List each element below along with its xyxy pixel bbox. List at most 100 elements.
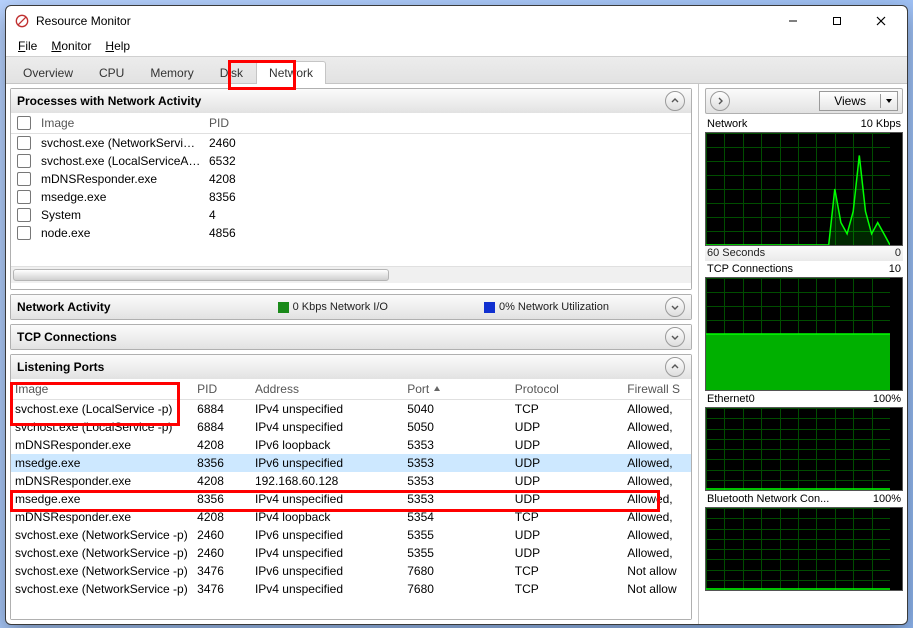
table-row[interactable]: msedge.exe8356IPv6 unspecified5353UDPAll… bbox=[11, 454, 691, 472]
cell-pid: 4 bbox=[205, 206, 263, 224]
cell-pid: 3476 bbox=[193, 562, 251, 580]
cell-pid: 8356 bbox=[205, 188, 263, 206]
checkbox-icon[interactable] bbox=[17, 136, 31, 150]
tab-network[interactable]: Network bbox=[256, 61, 326, 84]
table-row[interactable]: svchost.exe (NetworkService -p)3476IPv6 … bbox=[11, 562, 691, 580]
ports-col-image[interactable]: Image bbox=[11, 380, 193, 398]
row-checkbox[interactable] bbox=[11, 206, 37, 224]
cell-port: 5040 bbox=[403, 400, 511, 418]
cell-image: mDNSResponder.exe bbox=[11, 472, 193, 490]
cell-pid: 8356 bbox=[193, 490, 251, 508]
processes-col-image[interactable]: Image bbox=[37, 114, 205, 132]
collapse-button[interactable] bbox=[665, 357, 685, 377]
table-row[interactable]: msedge.exe8356IPv4 unspecified5353UDPAll… bbox=[11, 490, 691, 508]
table-row[interactable]: mDNSResponder.exe4208IPv6 loopback5353UD… bbox=[11, 436, 691, 454]
ports-col-firewall[interactable]: Firewall S bbox=[623, 380, 691, 398]
cell-address: IPv6 unspecified bbox=[251, 454, 403, 472]
cell-image: svchost.exe (LocalService -p) bbox=[11, 400, 193, 418]
side-expand-button[interactable] bbox=[710, 91, 730, 111]
chart-title-row: Ethernet0100% bbox=[705, 391, 903, 407]
table-row[interactable]: msedge.exe8356 bbox=[11, 188, 691, 206]
table-row[interactable]: svchost.exe (LocalService -p)6884IPv4 un… bbox=[11, 400, 691, 418]
table-row[interactable]: svchost.exe (NetworkService -p)3476IPv4 … bbox=[11, 580, 691, 598]
checkbox-icon[interactable] bbox=[17, 172, 31, 186]
chart-block: Network10 Kbps60 Seconds0 bbox=[705, 116, 903, 261]
chart-scale: 10 bbox=[889, 263, 901, 275]
row-checkbox[interactable] bbox=[11, 224, 37, 242]
chart-canvas bbox=[705, 277, 903, 391]
table-row[interactable]: node.exe4856 bbox=[11, 224, 691, 242]
chart-canvas bbox=[705, 132, 903, 246]
ports-col-pid[interactable]: PID bbox=[193, 380, 251, 398]
checkbox-icon[interactable] bbox=[17, 116, 31, 130]
cell-protocol: UDP bbox=[511, 526, 624, 544]
row-checkbox[interactable] bbox=[11, 134, 37, 152]
cell-image: mDNSResponder.exe bbox=[11, 508, 193, 526]
panel-processes-title: Processes with Network Activity bbox=[17, 94, 201, 108]
ports-col-protocol[interactable]: Protocol bbox=[511, 380, 624, 398]
horizontal-scrollbar[interactable] bbox=[11, 266, 691, 283]
ports-col-address[interactable]: Address bbox=[251, 380, 403, 398]
minimize-button[interactable] bbox=[771, 7, 815, 35]
checkbox-icon[interactable] bbox=[17, 226, 31, 240]
views-button[interactable]: Views bbox=[819, 91, 898, 111]
cell-port: 5354 bbox=[403, 508, 511, 526]
cell-firewall: Not allow bbox=[623, 580, 691, 598]
cell-firewall: Not allow bbox=[623, 562, 691, 580]
cell-firewall: Allowed, bbox=[623, 400, 691, 418]
cell-image: svchost.exe (NetworkService... bbox=[37, 134, 205, 152]
cell-image: mDNSResponder.exe bbox=[37, 170, 205, 188]
tab-memory[interactable]: Memory bbox=[137, 61, 206, 84]
menu-monitor[interactable]: Monitor bbox=[45, 37, 97, 55]
processes-col-check[interactable] bbox=[11, 114, 37, 132]
expand-button[interactable] bbox=[665, 297, 685, 317]
cell-port: 7680 bbox=[403, 562, 511, 580]
collapse-button[interactable] bbox=[665, 91, 685, 111]
cell-pid: 4856 bbox=[205, 224, 263, 242]
panel-listening-ports-header[interactable]: Listening Ports bbox=[11, 355, 691, 379]
checkbox-icon[interactable] bbox=[17, 190, 31, 204]
processes-col-pid[interactable]: PID bbox=[205, 114, 263, 132]
tab-disk[interactable]: Disk bbox=[207, 61, 256, 84]
cell-pid: 4208 bbox=[193, 472, 251, 490]
checkbox-icon[interactable] bbox=[17, 154, 31, 168]
panel-processes-header[interactable]: Processes with Network Activity bbox=[11, 89, 691, 113]
chart-block: Ethernet0100% bbox=[705, 391, 903, 491]
scrollbar-thumb[interactable] bbox=[13, 269, 389, 281]
side-charts: Views Network10 Kbps60 Seconds0TCP Conne… bbox=[698, 84, 907, 624]
chart-title-row: Bluetooth Network Con...100% bbox=[705, 491, 903, 507]
table-row[interactable]: svchost.exe (NetworkService...2460 bbox=[11, 134, 691, 152]
cell-address: IPv6 unspecified bbox=[251, 562, 403, 580]
maximize-button[interactable] bbox=[815, 7, 859, 35]
cell-protocol: UDP bbox=[511, 544, 624, 562]
panel-tcp-connections: TCP Connections bbox=[10, 324, 692, 350]
table-row[interactable]: svchost.exe (NetworkService -p)2460IPv4 … bbox=[11, 544, 691, 562]
checkbox-icon[interactable] bbox=[17, 208, 31, 222]
tab-cpu[interactable]: CPU bbox=[86, 61, 137, 84]
menu-file[interactable]: File bbox=[12, 37, 43, 55]
table-row[interactable]: svchost.exe (NetworkService -p)2460IPv6 … bbox=[11, 526, 691, 544]
panel-tcp-connections-header[interactable]: TCP Connections bbox=[11, 325, 691, 349]
table-row[interactable]: svchost.exe (LocalService -p)6884IPv4 un… bbox=[11, 418, 691, 436]
titlebar[interactable]: Resource Monitor bbox=[6, 6, 907, 36]
window-title: Resource Monitor bbox=[36, 14, 771, 28]
views-label: Views bbox=[820, 94, 881, 108]
menu-help[interactable]: Help bbox=[99, 37, 136, 55]
table-row[interactable]: System4 bbox=[11, 206, 691, 224]
cell-protocol: UDP bbox=[511, 436, 624, 454]
expand-button[interactable] bbox=[665, 327, 685, 347]
close-button[interactable] bbox=[859, 7, 903, 35]
table-row[interactable]: svchost.exe (LocalServiceAn...6532 bbox=[11, 152, 691, 170]
table-row[interactable]: mDNSResponder.exe4208IPv4 loopback5354TC… bbox=[11, 508, 691, 526]
ports-col-port[interactable]: Port bbox=[403, 380, 511, 398]
table-row[interactable]: mDNSResponder.exe4208192.168.60.1285353U… bbox=[11, 472, 691, 490]
cell-pid: 6884 bbox=[193, 400, 251, 418]
cell-pid: 2460 bbox=[193, 544, 251, 562]
row-checkbox[interactable] bbox=[11, 152, 37, 170]
row-checkbox[interactable] bbox=[11, 188, 37, 206]
table-row[interactable]: mDNSResponder.exe4208 bbox=[11, 170, 691, 188]
panel-network-activity-header[interactable]: Network Activity 0 Kbps Network I/O 0% N… bbox=[11, 295, 691, 319]
row-checkbox[interactable] bbox=[11, 170, 37, 188]
cell-firewall: Allowed, bbox=[623, 436, 691, 454]
tab-overview[interactable]: Overview bbox=[10, 61, 86, 84]
